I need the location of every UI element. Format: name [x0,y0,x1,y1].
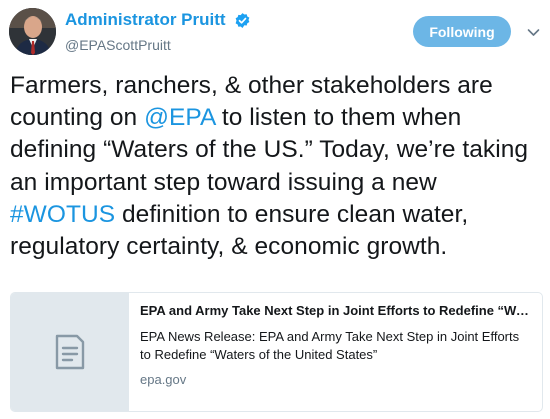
card-description: EPA News Release: EPA and Army Take Next… [140,329,520,362]
card-domain: epa.gov [140,372,187,387]
card-body: EPA and Army Take Next Step in Joint Eff… [129,293,542,411]
author-display-name[interactable]: Administrator Pruitt [65,10,226,30]
link-preview-card[interactable]: EPA and Army Take Next Step in Joint Eff… [10,292,543,412]
document-icon [55,334,84,370]
tweet-text: Farmers, ranchers, & other stakeholders … [10,70,545,263]
tweet: Administrator Pruitt @EPAScottPruitt Fol… [0,0,550,419]
hashtag-link-wotus[interactable]: #WOTUS [10,201,115,228]
card-title[interactable]: EPA and Army Take Next Step in Joint Eff… [140,302,533,320]
verified-badge-icon [235,13,250,28]
avatar[interactable] [9,8,56,55]
card-thumbnail [11,293,129,411]
author-handle[interactable]: @EPAScottPruitt [65,37,171,53]
following-button[interactable]: Following [413,16,511,47]
mention-link-epa[interactable]: @EPA [144,104,215,131]
chevron-down-icon[interactable] [527,26,540,39]
profile-photo-icon [9,8,56,55]
